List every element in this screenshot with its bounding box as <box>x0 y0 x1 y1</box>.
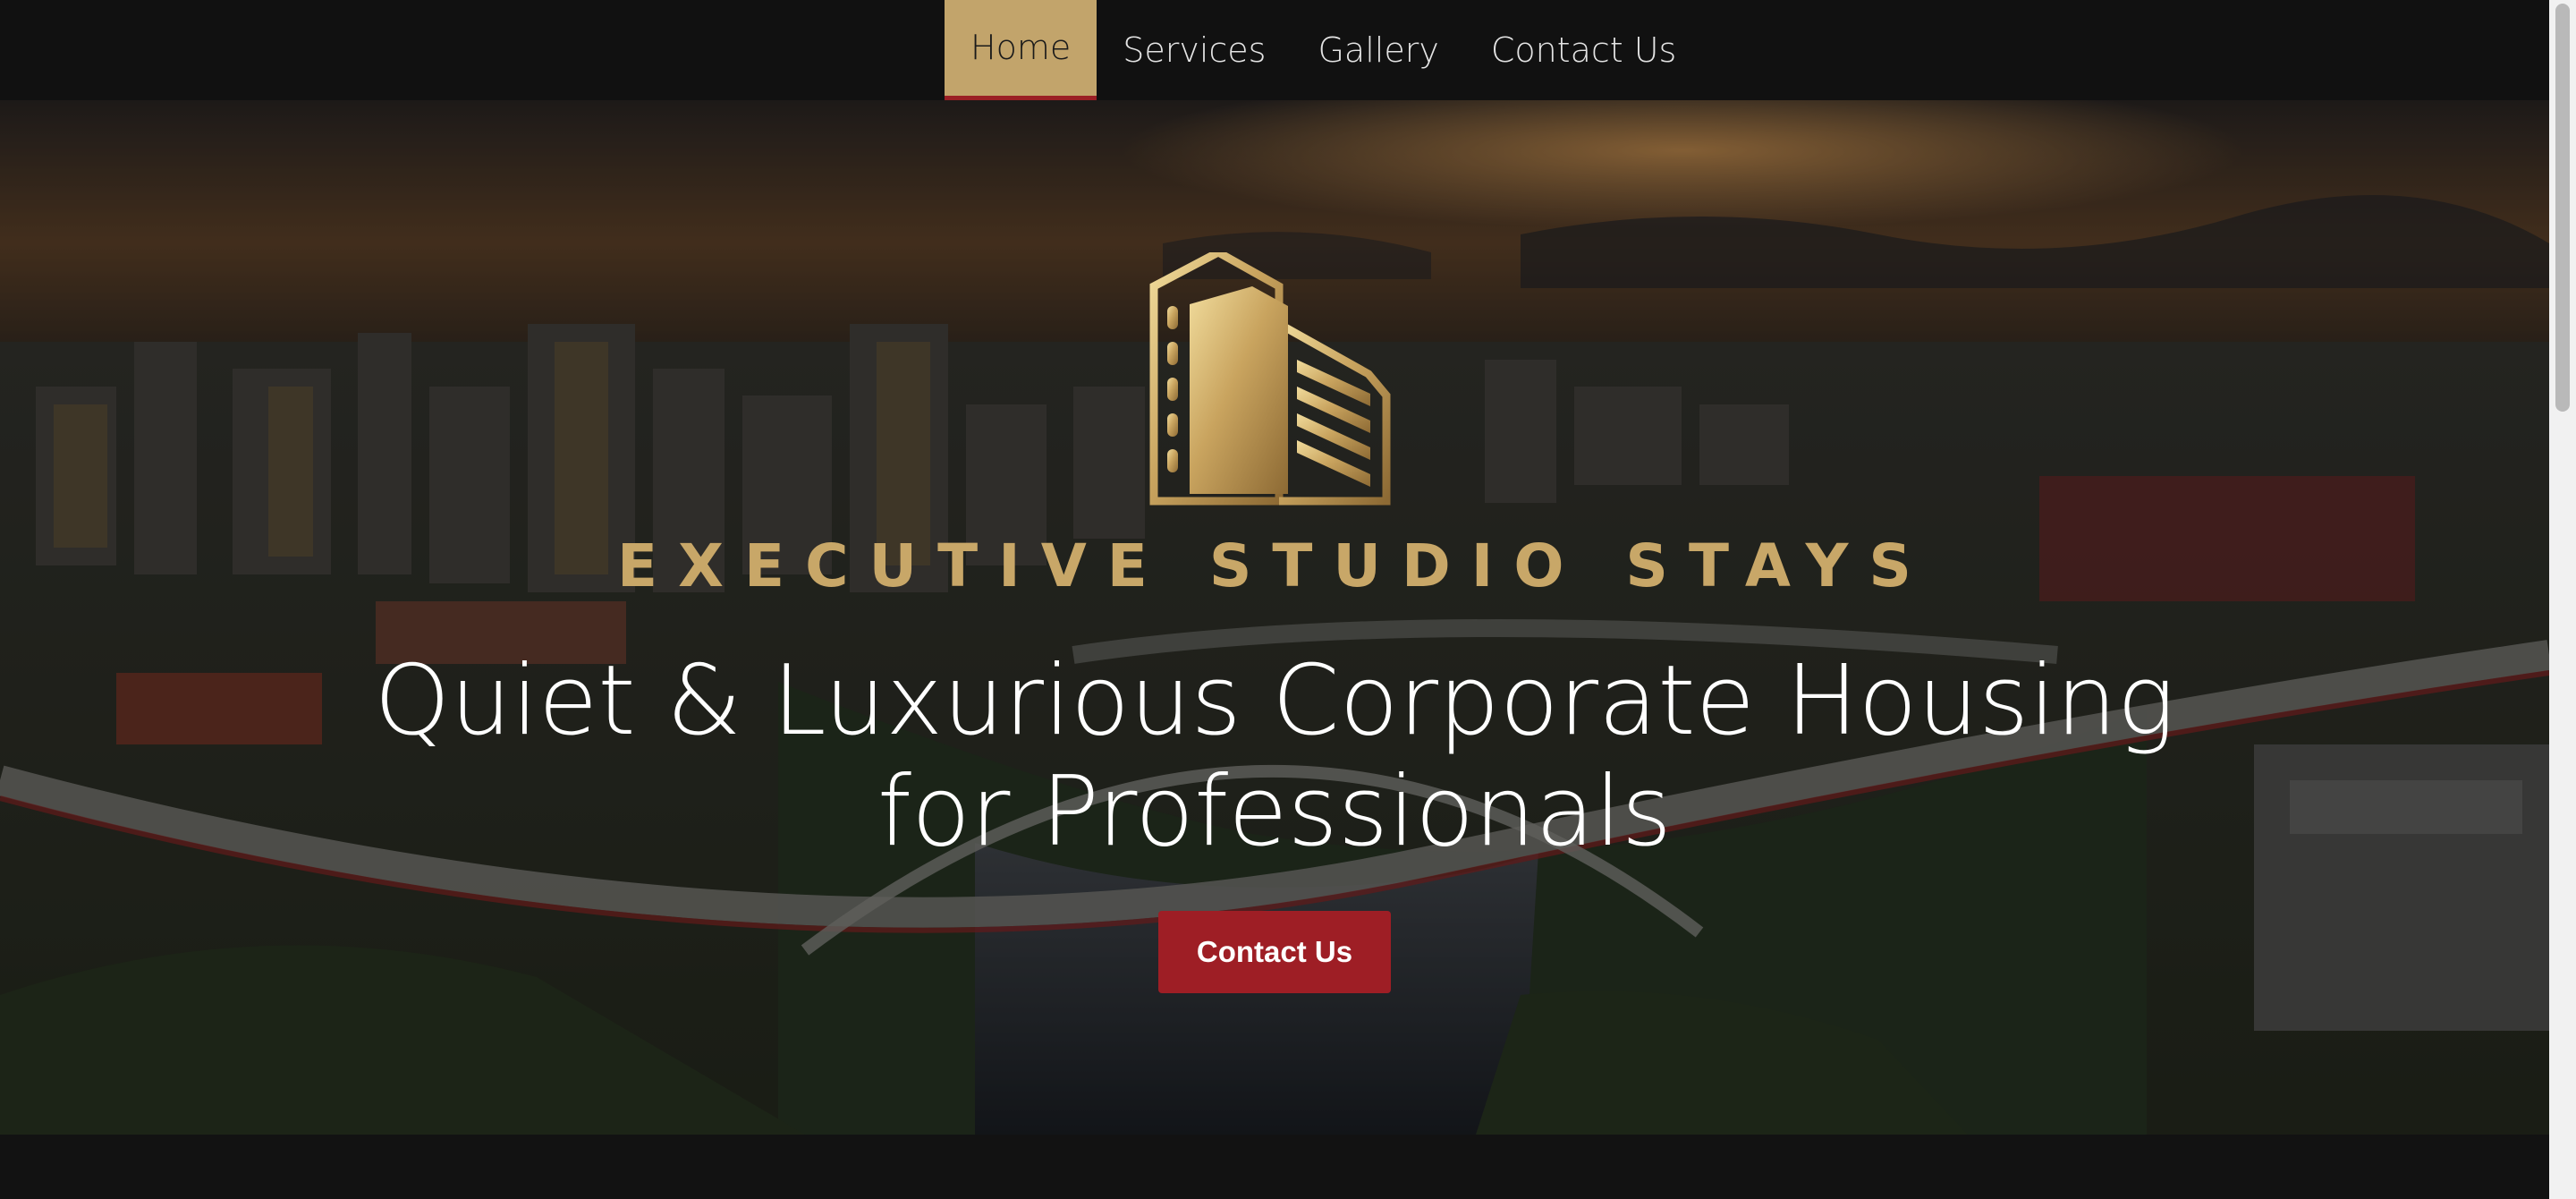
brand-name: EXECUTIVE STUDIO STAYS <box>617 531 1932 600</box>
nav-item-contact-us[interactable]: Contact Us <box>1465 0 1703 100</box>
building-logo-icon <box>1149 252 1391 506</box>
headline-line-1: Quiet & Luxurious Corporate Housing <box>374 645 2175 757</box>
hero-section: EXECUTIVE STUDIO STAYS Quiet & Luxurious… <box>0 100 2549 1135</box>
scrollbar-thumb[interactable] <box>2555 4 2570 412</box>
nav-item-services[interactable]: Services <box>1097 0 1292 100</box>
page-scrollbar[interactable] <box>2549 0 2576 1199</box>
contact-us-button[interactable]: Contact Us <box>1158 911 1391 993</box>
nav-menu: Home Services Gallery Contact Us <box>945 0 1702 100</box>
nav-item-gallery[interactable]: Gallery <box>1292 0 1464 100</box>
hero-headline: Quiet & Luxurious Corporate Housing for … <box>0 646 2549 868</box>
top-navigation: Home Services Gallery Contact Us <box>0 0 2549 100</box>
next-section-band <box>0 1135 2549 1199</box>
nav-item-home[interactable]: Home <box>945 0 1097 100</box>
headline-line-2: for Professionals <box>877 756 1673 868</box>
